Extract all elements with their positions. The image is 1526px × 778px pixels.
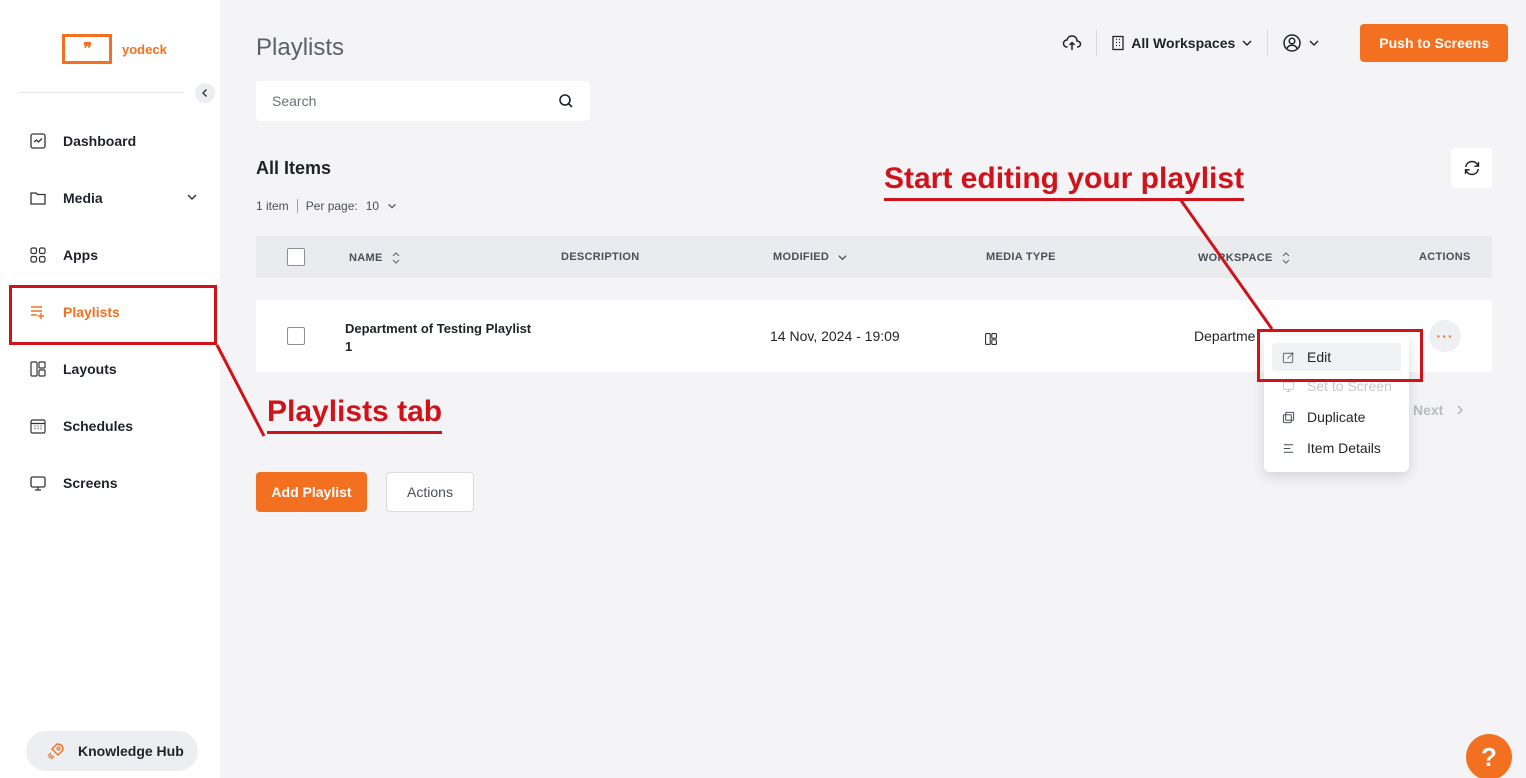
column-modified[interactable]: MODIFIED bbox=[773, 251, 848, 263]
yodeck-logo[interactable]: ❞ yodeck bbox=[62, 34, 167, 64]
annotation-box-edit bbox=[1257, 329, 1423, 382]
chevron-down-icon bbox=[1242, 40, 1252, 46]
push-to-screens-button[interactable]: Push to Screens bbox=[1360, 24, 1508, 62]
search-input[interactable] bbox=[272, 93, 558, 109]
menu-item-label: Duplicate bbox=[1307, 409, 1366, 425]
folder-icon bbox=[29, 189, 47, 207]
sort-icon bbox=[1282, 252, 1290, 264]
collapse-sidebar-button[interactable] bbox=[195, 83, 215, 103]
chevron-down-icon bbox=[838, 254, 847, 260]
sidebar-item-schedules[interactable]: Schedules bbox=[0, 397, 220, 454]
sidebar-item-screens[interactable]: Screens bbox=[0, 454, 220, 511]
logo-mark: ❞ bbox=[62, 34, 112, 64]
column-label: MODIFIED bbox=[773, 251, 830, 263]
column-label: NAME bbox=[349, 252, 383, 264]
annotation-playlists-tab: Playlists tab bbox=[267, 395, 443, 434]
sidebar-item-label: Media bbox=[63, 189, 103, 206]
calendar-icon bbox=[29, 417, 47, 435]
sidebar-item-label: Layouts bbox=[63, 360, 117, 377]
row-checkbox[interactable] bbox=[287, 327, 305, 345]
refresh-button[interactable] bbox=[1451, 148, 1492, 188]
modified-date: 14 Nov, 2024 - 19:09 bbox=[770, 328, 900, 344]
top-bar: All Workspaces Push to Screens bbox=[1048, 24, 1508, 62]
column-description: DESCRIPTION bbox=[561, 251, 639, 263]
section-title: All Items bbox=[256, 158, 332, 178]
workspace-cell: Departme bbox=[1194, 328, 1256, 344]
media-type-cell bbox=[984, 332, 998, 349]
item-count: 1 item bbox=[256, 199, 289, 213]
column-actions: ACTIONS bbox=[1419, 251, 1471, 263]
logo-text: yodeck bbox=[122, 41, 167, 57]
sidebar-item-media[interactable]: Media bbox=[0, 169, 220, 226]
layout-icon bbox=[985, 333, 997, 345]
chevron-down-icon bbox=[388, 203, 396, 209]
workspace-selector[interactable]: All Workspaces bbox=[1097, 28, 1267, 58]
annotation-box-playlists bbox=[9, 285, 217, 345]
per-page-label: Per page: bbox=[305, 199, 358, 213]
select-all-checkbox[interactable] bbox=[287, 248, 305, 266]
menu-item-label: Item Details bbox=[1307, 440, 1381, 456]
row-more-actions-button[interactable]: ··· bbox=[1429, 320, 1461, 352]
per-page-value: 10 bbox=[365, 199, 380, 213]
workspace-label: All Workspaces bbox=[1131, 35, 1236, 51]
account-menu[interactable] bbox=[1268, 28, 1334, 58]
sidebar-item-layouts[interactable]: Layouts bbox=[0, 340, 220, 397]
building-icon bbox=[1112, 35, 1124, 51]
user-circle-icon bbox=[1283, 34, 1302, 52]
menu-item-duplicate[interactable]: Duplicate bbox=[1272, 403, 1401, 431]
search-box bbox=[256, 81, 590, 121]
chevron-down-icon[interactable] bbox=[186, 191, 198, 203]
help-button[interactable]: ? bbox=[1466, 734, 1512, 778]
duplicate-icon bbox=[1282, 411, 1295, 423]
sidebar-item-apps[interactable]: Apps bbox=[0, 226, 220, 283]
column-media-type: MEDIA TYPE bbox=[986, 251, 1056, 263]
rocket-icon bbox=[47, 743, 64, 760]
chevron-down-icon bbox=[1309, 40, 1319, 46]
table-header: NAME DESCRIPTION MODIFIED MEDIA TYPE WOR… bbox=[256, 236, 1492, 278]
column-label: WORKSPACE bbox=[1198, 252, 1273, 264]
sort-icon bbox=[392, 252, 400, 264]
cloud-upload-icon bbox=[1063, 35, 1082, 50]
chevron-left-icon bbox=[202, 89, 207, 97]
more-horizontal-icon: ··· bbox=[1436, 328, 1454, 344]
pagination-info: 1 item Per page: 10 bbox=[256, 199, 397, 213]
sidebar-item-label: Dashboard bbox=[63, 132, 137, 149]
dashboard-icon bbox=[29, 132, 47, 150]
sidebar: ❞ yodeck Dashboard Media Apps Playlists … bbox=[0, 0, 220, 778]
per-page-select[interactable]: 10 bbox=[366, 199, 397, 213]
chevron-right-icon bbox=[1457, 405, 1464, 415]
sidebar-item-dashboard[interactable]: Dashboard bbox=[0, 112, 220, 169]
sidebar-item-label: Screens bbox=[63, 474, 118, 491]
count-divider bbox=[296, 199, 298, 213]
annotation-start-editing: Start editing your playlist bbox=[884, 162, 1245, 201]
refresh-icon bbox=[1464, 160, 1479, 176]
next-label: Next bbox=[1413, 402, 1444, 418]
details-list-icon bbox=[1283, 443, 1294, 453]
column-label: ACTIONS bbox=[1419, 251, 1471, 263]
column-workspace[interactable]: WORKSPACE bbox=[1198, 251, 1291, 265]
column-label: MEDIA TYPE bbox=[986, 251, 1056, 263]
column-label: DESCRIPTION bbox=[561, 251, 640, 263]
upload-button[interactable] bbox=[1048, 28, 1096, 58]
menu-item-item-details[interactable]: Item Details bbox=[1272, 434, 1401, 462]
apps-grid-icon bbox=[29, 246, 47, 264]
next-page-button[interactable]: Next bbox=[1413, 402, 1465, 418]
knowledge-hub-label: Knowledge Hub bbox=[78, 743, 184, 759]
layout-icon bbox=[29, 360, 47, 378]
playlist-name-line: Department of Testing Playlist bbox=[345, 321, 532, 336]
monitor-icon bbox=[29, 474, 47, 492]
page-title: Playlists bbox=[256, 34, 345, 61]
sidebar-divider bbox=[18, 92, 184, 93]
sidebar-item-label: Schedules bbox=[63, 417, 134, 434]
search-icon[interactable] bbox=[558, 93, 574, 109]
column-name[interactable]: NAME bbox=[349, 251, 401, 265]
add-playlist-button[interactable]: Add Playlist bbox=[256, 472, 367, 512]
playlist-name[interactable]: Department of Testing Playlist 1 bbox=[345, 320, 531, 356]
knowledge-hub-button[interactable]: Knowledge Hub bbox=[26, 731, 198, 771]
bulk-actions-button[interactable]: Actions bbox=[386, 472, 474, 512]
sidebar-item-label: Apps bbox=[63, 246, 98, 263]
playlist-name-line: 1 bbox=[345, 339, 353, 354]
